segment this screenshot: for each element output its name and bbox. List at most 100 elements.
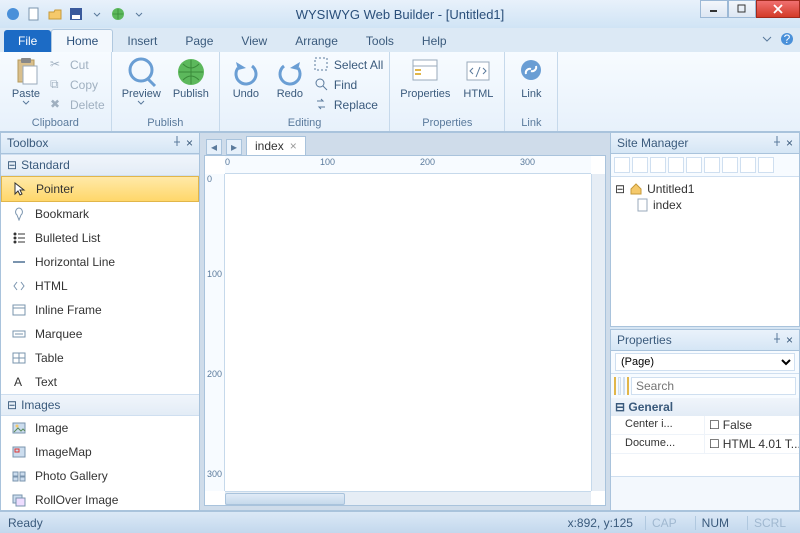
tab-arrange[interactable]: Arrange: [281, 30, 352, 52]
undo-button[interactable]: Undo: [226, 54, 266, 102]
tree-page-index[interactable]: index: [615, 197, 795, 213]
toolbox-item-html[interactable]: HTML: [1, 274, 199, 298]
property-object-select[interactable]: (Page): [615, 353, 795, 371]
publish-qat-icon[interactable]: [109, 5, 127, 23]
tab-insert[interactable]: Insert: [113, 30, 171, 52]
toolbox-group-images[interactable]: ⊟Images: [1, 394, 199, 416]
design-canvas[interactable]: [225, 174, 591, 491]
categorized-btn[interactable]: [614, 377, 616, 395]
find-icon: [314, 77, 330, 93]
tab-view[interactable]: View: [227, 30, 281, 52]
toolbox-item-bookmark[interactable]: Bookmark: [1, 202, 199, 226]
copy-button[interactable]: ⧉Copy: [50, 76, 105, 94]
tree-root[interactable]: ⊟ Untitled1: [615, 181, 795, 197]
prop-pages-btn[interactable]: [623, 377, 625, 395]
preview-button[interactable]: Preview: [118, 54, 165, 108]
prop-row-center[interactable]: Center i... ☐False: [611, 416, 799, 435]
checkbox-icon[interactable]: ☐: [709, 437, 720, 451]
toolbox-item-text[interactable]: AText: [1, 370, 199, 394]
tab-tools[interactable]: Tools: [352, 30, 408, 52]
wwb-icon[interactable]: [4, 5, 22, 23]
new-icon[interactable]: [25, 5, 43, 23]
marquee-icon: [11, 326, 27, 342]
help-icon[interactable]: ?: [780, 32, 794, 46]
close-icon[interactable]: ×: [786, 136, 793, 150]
tab-scroll-right[interactable]: ▸: [226, 139, 242, 155]
prop-group-general[interactable]: ⊟ General: [611, 398, 799, 416]
toolbox-group-standard[interactable]: ⊟Standard: [1, 154, 199, 176]
site-copy-btn[interactable]: [704, 157, 720, 173]
site-props-btn[interactable]: [686, 157, 702, 173]
scroll-thumb[interactable]: [225, 493, 345, 505]
toolbox-item-inline-frame[interactable]: Inline Frame: [1, 298, 199, 322]
qat-dropdown-icon[interactable]: [130, 5, 148, 23]
toolbox-item-marquee[interactable]: Marquee: [1, 322, 199, 346]
maximize-button[interactable]: [728, 0, 756, 18]
chevron-down-icon: [22, 100, 30, 106]
status-num: NUM: [695, 516, 735, 530]
minus-icon: ⊟: [615, 182, 625, 196]
status-cap: CAP: [645, 516, 683, 530]
site-edit-btn[interactable]: [650, 157, 666, 173]
ribbon-min-icon[interactable]: [760, 32, 774, 46]
toolbox-item-bulleted-list[interactable]: Bulleted List: [1, 226, 199, 250]
site-new-btn[interactable]: [614, 157, 630, 173]
tab-page[interactable]: Page: [171, 30, 227, 52]
tab-scroll-left[interactable]: ◂: [206, 139, 222, 155]
events-btn[interactable]: [627, 377, 629, 395]
minus-icon: ⊟: [7, 158, 17, 172]
properties-button[interactable]: Properties: [396, 54, 454, 102]
toolbox-item-photo-gallery[interactable]: Photo Gallery: [1, 464, 199, 488]
pin-icon[interactable]: [772, 136, 782, 150]
checkbox-icon[interactable]: ☐: [709, 418, 720, 432]
replace-button[interactable]: Replace: [314, 96, 383, 114]
minimize-button[interactable]: [700, 0, 728, 18]
alphabetical-btn[interactable]: [618, 377, 620, 395]
paste-button[interactable]: Paste: [6, 54, 46, 108]
site-delete-btn[interactable]: [722, 157, 738, 173]
delete-button[interactable]: ✖Delete: [50, 96, 105, 114]
html-button[interactable]: HTML: [458, 54, 498, 102]
site-manager-header: Site Manager ×: [611, 133, 799, 154]
properties-panel: Properties × (Page) ⊟ General Center i.: [610, 329, 800, 511]
document-tab-index[interactable]: index ×: [246, 136, 306, 155]
publish-button[interactable]: Publish: [169, 54, 213, 102]
close-icon[interactable]: ×: [786, 333, 793, 347]
save-icon[interactable]: [67, 5, 85, 23]
pin-icon[interactable]: [172, 136, 182, 150]
ribbon-group-link: Link Link: [505, 52, 558, 131]
file-tab[interactable]: File: [4, 30, 51, 52]
tab-close-icon[interactable]: ×: [290, 139, 297, 153]
minus-icon: ⊟: [615, 400, 628, 414]
open-icon[interactable]: [46, 5, 64, 23]
toolbox-item-table[interactable]: Table: [1, 346, 199, 370]
toolbox-item-image[interactable]: Image: [1, 416, 199, 440]
cut-icon: ✂: [50, 57, 66, 73]
toolbox-item-imagemap[interactable]: ImageMap: [1, 440, 199, 464]
site-down-btn[interactable]: [758, 157, 774, 173]
close-icon[interactable]: ×: [186, 136, 193, 150]
prop-row-doctype[interactable]: Docume... ☐HTML 4.01 T...: [611, 435, 799, 454]
document-tabstrip: ◂ ▸ index ×: [200, 133, 610, 155]
redo-icon: [274, 56, 306, 88]
find-button[interactable]: Find: [314, 76, 383, 94]
site-clone-btn[interactable]: [668, 157, 684, 173]
property-search-input[interactable]: [631, 377, 796, 395]
tab-home[interactable]: Home: [51, 29, 113, 52]
link-button[interactable]: Link: [511, 54, 551, 102]
tab-help[interactable]: Help: [408, 30, 461, 52]
horizontal-scrollbar[interactable]: [225, 491, 591, 505]
pin-icon[interactable]: [772, 333, 782, 347]
select-all-button[interactable]: Select All: [314, 56, 383, 74]
save-dropdown-icon[interactable]: [88, 5, 106, 23]
redo-button[interactable]: Redo: [270, 54, 310, 102]
site-up-btn[interactable]: [740, 157, 756, 173]
undo-icon: [230, 56, 262, 88]
cut-button[interactable]: ✂Cut: [50, 56, 105, 74]
toolbox-item-pointer[interactable]: Pointer: [1, 176, 199, 202]
site-new-folder-btn[interactable]: [632, 157, 648, 173]
vertical-scrollbar[interactable]: [591, 174, 605, 491]
toolbox-item-horizontal-line[interactable]: Horizontal Line: [1, 250, 199, 274]
toolbox-item-rollover-image[interactable]: RollOver Image: [1, 488, 199, 510]
close-button[interactable]: [756, 0, 800, 18]
